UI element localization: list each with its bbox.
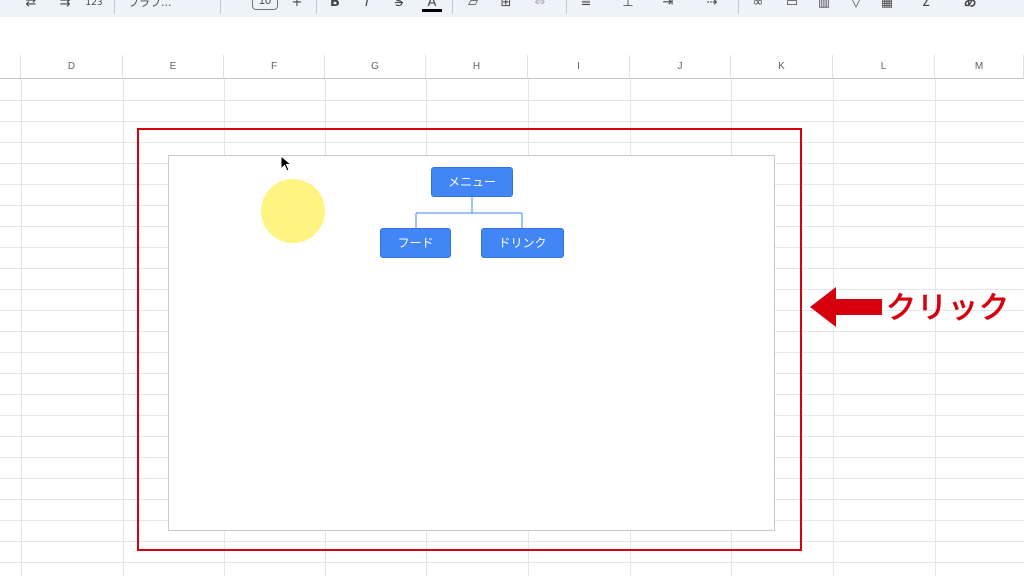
undo-icon[interactable]: ⇄ (22, 0, 40, 12)
toolbar-divider (566, 0, 567, 14)
filter-icon[interactable]: ▽ (848, 0, 864, 12)
column-header-g[interactable]: G (325, 55, 426, 79)
column-line (935, 79, 936, 576)
align-left-icon[interactable]: ≡ (578, 0, 594, 12)
bold-icon[interactable]: B (328, 0, 342, 12)
toolbar-divider (114, 0, 115, 14)
column-header-d[interactable]: D (21, 55, 123, 79)
link-icon[interactable]: ∞ (750, 0, 766, 12)
org-node-food[interactable]: フード (380, 228, 451, 258)
text-wrap-icon[interactable]: ⇥ (660, 0, 676, 12)
borders-icon[interactable]: ⊞ (498, 0, 514, 12)
text-color-icon[interactable]: A (422, 0, 442, 12)
click-callout: クリック (886, 291, 1010, 326)
font-size-input[interactable]: 10 (252, 0, 278, 10)
column-header-m[interactable]: M (935, 55, 1024, 79)
chart-icon[interactable]: ▥ (816, 0, 832, 12)
toolbar: ⇄ ⇉ 123 フラフ... 10 + B I S A ▱ ⊞ ⇔ ≡ ⊥ ⇥ … (0, 0, 1024, 17)
embedded-drawing[interactable]: メニュー フード ドリンク (168, 155, 775, 531)
font-size-increase-icon[interactable]: + (290, 0, 304, 12)
column-line (21, 79, 22, 576)
font-name-select[interactable]: フラフ... (128, 0, 188, 12)
column-header-e[interactable]: E (123, 55, 224, 79)
column-header-partial[interactable] (0, 55, 21, 79)
redo-icon[interactable]: ⇉ (56, 0, 74, 12)
italic-icon[interactable]: I (360, 0, 374, 12)
input-tools-button[interactable]: あ (958, 0, 982, 12)
column-header-j[interactable]: J (630, 55, 731, 79)
toolbar-divider (316, 0, 317, 14)
fill-color-icon[interactable]: ▱ (462, 0, 484, 12)
mouse-cursor-icon (280, 155, 293, 172)
org-node-drink[interactable]: ドリンク (481, 228, 564, 258)
filter-views-icon[interactable]: ▦ (876, 0, 898, 12)
row-line (0, 100, 1024, 101)
text-rotate-icon[interactable]: ⇢ (704, 0, 720, 12)
toolbar-divider (738, 0, 739, 14)
toolbar-divider (452, 0, 453, 14)
column-header-f[interactable]: F (224, 55, 325, 79)
toolbar-divider (220, 0, 221, 14)
strikethrough-icon[interactable]: S (392, 0, 406, 12)
column-header-i[interactable]: I (528, 55, 630, 79)
comment-icon[interactable]: ▭ (784, 0, 800, 12)
functions-icon[interactable]: Σ (918, 0, 934, 12)
row-line (0, 121, 1024, 122)
row-line (0, 562, 1024, 563)
format-123-icon[interactable]: 123 (82, 0, 106, 12)
column-header-l[interactable]: L (833, 55, 935, 79)
vertical-align-icon[interactable]: ⊥ (620, 0, 636, 12)
column-header-k[interactable]: K (731, 55, 833, 79)
annotation-arrow-icon (810, 287, 882, 327)
column-line (123, 79, 124, 576)
column-header-h[interactable]: H (426, 55, 528, 79)
org-node-menu[interactable]: メニュー (431, 167, 513, 197)
cursor-highlight (261, 179, 325, 243)
merge-icon[interactable]: ⇔ (532, 0, 548, 12)
